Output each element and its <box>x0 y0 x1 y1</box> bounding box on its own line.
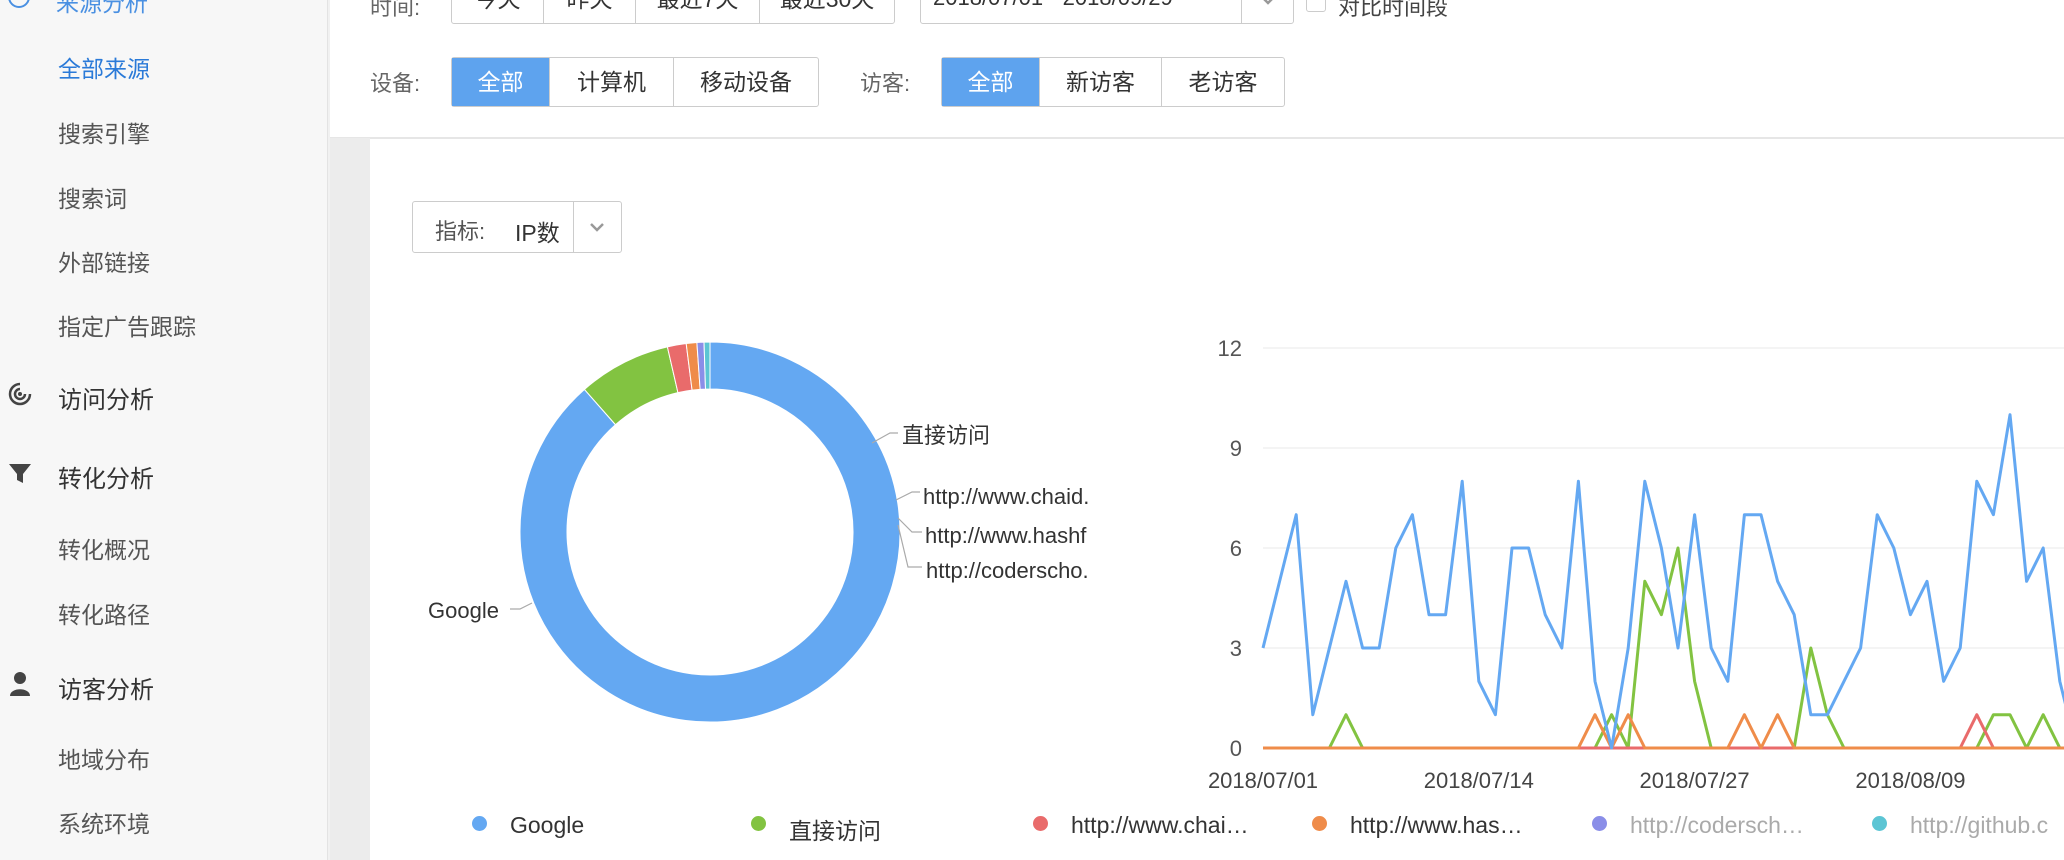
line-series-2[interactable] <box>1263 713 2064 750</box>
legend-dot <box>751 816 766 831</box>
donut-leader-coder <box>897 524 922 568</box>
donut-leader-hash <box>897 517 922 533</box>
donut-leader-chaid <box>895 491 920 501</box>
donut-label-direct: 直接访问 <box>902 423 990 448</box>
line-series-0[interactable] <box>1261 413 2064 750</box>
x-tick-label: 2018/08/09 <box>1855 768 1965 793</box>
donut-label-chaid: http://www.chaid. <box>923 484 1089 509</box>
donut-label-google: Google <box>428 598 499 623</box>
legend-dot <box>1872 816 1887 831</box>
y-tick-label: 3 <box>1230 636 1242 661</box>
legend-dot <box>1312 816 1327 831</box>
donut-slice-github[interactable] <box>703 341 711 390</box>
legend-label: Google <box>510 812 585 838</box>
legend-label: http://www.chai… <box>1071 812 1249 838</box>
line-chart: 0 3 6 9 12 2018/07/01 2018/07/14 2018/07/27 201… <box>1208 336 2064 793</box>
legend-dot <box>1592 816 1607 831</box>
y-tick-label: 9 <box>1230 436 1242 461</box>
legend-dot <box>472 816 487 831</box>
legend-label: 直接访问 <box>789 818 881 844</box>
donut-label-coder: http://coderscho. <box>926 558 1089 583</box>
y-tick-label: 6 <box>1230 536 1242 561</box>
y-tick-label: 12 <box>1218 336 1242 361</box>
legend-label: http://github.c <box>1910 812 2049 838</box>
donut-leader-google <box>510 602 533 610</box>
donut-leader-direct <box>871 432 898 444</box>
legend-label: http://codersch… <box>1630 812 1804 838</box>
x-tick-label: 2018/07/01 <box>1208 768 1318 793</box>
line-series-3[interactable] <box>1263 713 2064 750</box>
legend-dot <box>1033 816 1048 831</box>
x-tick-label: 2018/07/27 <box>1640 768 1750 793</box>
donut-slice-google[interactable] <box>519 341 901 723</box>
y-tick-label: 0 <box>1230 736 1242 761</box>
legend-label: http://www.has… <box>1350 812 1523 838</box>
donut-label-hash: http://www.hashf <box>925 523 1087 548</box>
x-tick-label: 2018/07/14 <box>1424 768 1534 793</box>
